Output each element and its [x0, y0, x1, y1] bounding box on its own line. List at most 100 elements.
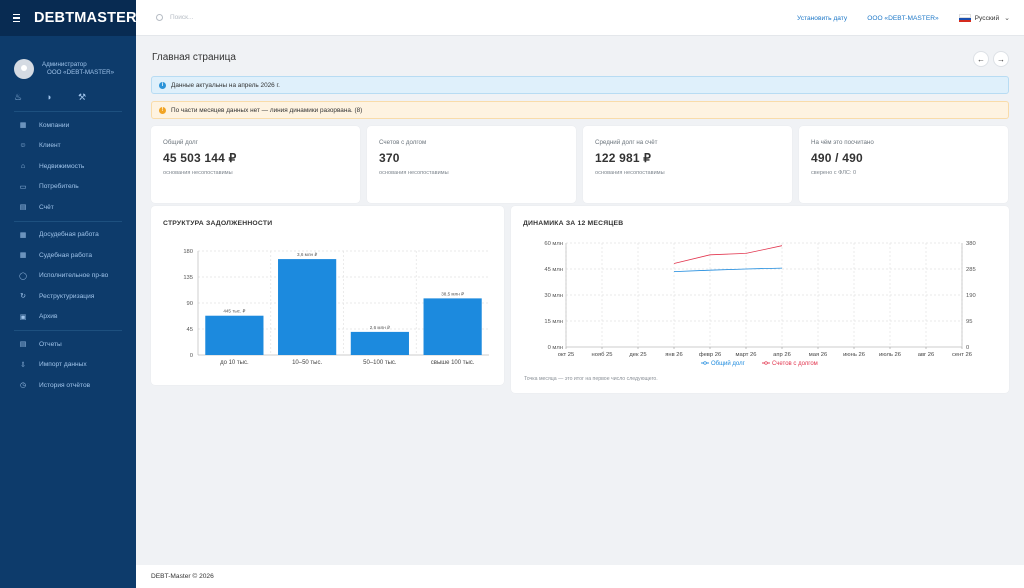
- calendar-icon: ▦: [19, 231, 27, 239]
- sidebar-item[interactable]: ▦ Досудебная работа: [0, 225, 136, 246]
- flag-ru-icon: [958, 14, 971, 22]
- x-tick-label: 10–50 тыс.: [292, 360, 322, 366]
- user-icon: [14, 58, 34, 79]
- y-right-tick-label: 95: [966, 319, 972, 325]
- arrow-left-icon: ←: [977, 54, 985, 64]
- sidebar-item[interactable]: ▤ Счёт: [0, 197, 136, 218]
- legend-marker: [703, 361, 707, 365]
- stat-value: 370: [379, 151, 400, 165]
- x-tick-label: март 26: [735, 352, 756, 358]
- topbar: Поиск... Установить дату ООО «DEBT-MASTE…: [136, 0, 1024, 36]
- warning-alert: ! По части месяцев данных нет — линия ди…: [151, 101, 1009, 119]
- sidebar-item[interactable]: ◷ История отчётов: [0, 375, 136, 396]
- sidebar-item[interactable]: ▭ Потребитель: [0, 177, 136, 198]
- stat-subtext: сверено с ФЛС: 0: [811, 170, 857, 176]
- x-tick-label: окт 25: [558, 352, 575, 358]
- user-icon: ☺: [19, 142, 27, 150]
- debt-structure-card: СТРУКТУРА ЗАДОЛЖЕННОСТИ 0 45 90 135 180 445 т…: [151, 206, 504, 385]
- sidebar-item[interactable]: ⌂ Недвижимость: [0, 156, 136, 177]
- sidebar-item-label: Реструктуризация: [39, 292, 95, 300]
- bar: [350, 331, 409, 355]
- back-button[interactable]: ←: [973, 51, 989, 67]
- y-tick-label: 180: [183, 249, 193, 255]
- search-input[interactable]: Поиск...: [170, 14, 193, 21]
- sidebar-item-label: Судебная работа: [39, 251, 93, 259]
- stat-label: На чём это посчитано: [811, 139, 874, 146]
- sidebar-item[interactable]: ▣ Архив: [0, 307, 136, 328]
- y-left-tick-label: 45 млн: [544, 267, 563, 273]
- brand-logo[interactable]: DEBTMASTER: [34, 10, 137, 26]
- x-tick-label: нояб 25: [592, 352, 613, 358]
- x-tick-label: апр 26: [773, 352, 791, 358]
- set-date-link[interactable]: Установить дату: [797, 15, 847, 22]
- sidebar-item-label: Отчеты: [39, 340, 62, 348]
- x-tick-label: июль 26: [879, 352, 901, 358]
- sidebar-item[interactable]: ▦ Компании: [0, 115, 136, 136]
- nav-group-work: ▦ Досудебная работа ▦ Судебная работа ◯ Испол…: [0, 225, 136, 328]
- info-icon: i: [159, 81, 166, 89]
- search-box[interactable]: Поиск...: [156, 14, 193, 21]
- sidebar-item[interactable]: ↻ Реструктуризация: [0, 286, 136, 307]
- chevron-down-icon[interactable]: ⌄: [1004, 14, 1010, 22]
- contrast-icon[interactable]: ◑: [46, 92, 78, 102]
- sidebar-item[interactable]: ☺ Клиент: [0, 136, 136, 157]
- bell-icon[interactable]: ♨: [14, 92, 46, 103]
- bar-data-label: 3,6 млн ₽: [297, 252, 318, 257]
- x-tick-label: свыше 100 тыс.: [431, 360, 475, 366]
- user-name: Администратор: [42, 60, 87, 68]
- chart-note: Точка месяца — это итог на первое число …: [524, 376, 658, 382]
- sidebar-divider: [14, 220, 122, 222]
- x-tick-label: дек 25: [629, 352, 646, 358]
- stat-card-total-debt: Общий долг 45 503 144 ₽ основания несопо…: [151, 126, 360, 203]
- y-right-tick-label: 285: [966, 267, 976, 273]
- y-tick-label: 45: [187, 327, 193, 333]
- warning-icon: !: [159, 106, 166, 114]
- x-tick-label: мая 26: [809, 352, 827, 358]
- org-link[interactable]: ООО «DEBT-MASTER»: [867, 15, 938, 22]
- y-tick-label: 90: [187, 301, 193, 307]
- legend-label: Общий долг: [711, 360, 746, 367]
- legend-label: Счетов с долгом: [772, 361, 818, 367]
- user-profile[interactable]: Администратор ООО «DEBT-MASTER»: [0, 36, 136, 86]
- stat-subtext: основания несопоставимы: [163, 170, 233, 176]
- stat-value: 45 503 144 ₽: [163, 151, 237, 165]
- warning-alert-text: По части месяцев данных нет — линия дина…: [171, 106, 363, 114]
- sidebar-item[interactable]: ◯ Исполнительное пр-во: [0, 266, 136, 287]
- bar: [423, 298, 482, 355]
- x-tick-label: янв 26: [665, 352, 682, 358]
- stat-subtext: основания несопоставимы: [595, 170, 665, 176]
- sidebar-divider: [14, 330, 122, 331]
- sidebar-item[interactable]: ⇩ Импорт данных: [0, 355, 136, 376]
- sidebar-item[interactable]: ▦ Судебная работа: [0, 245, 136, 266]
- legend-marker: [764, 361, 768, 365]
- y-tick-label: 135: [183, 275, 193, 281]
- sidebar-item[interactable]: ▤ Отчеты: [0, 334, 136, 355]
- x-tick-label: февр 26: [699, 352, 721, 358]
- stat-subtext: основания несопоставимы: [379, 170, 449, 176]
- bar-data-label: 2,6 млн ₽: [370, 325, 391, 330]
- sidebar-item-label: Исполнительное пр-во: [39, 272, 109, 280]
- nav-group-main: ▦ Компании ☺ Клиент ⌂ Недвижимость ▭ Потребител…: [0, 115, 136, 218]
- company-icon: ▦: [19, 122, 27, 130]
- x-tick-label: сент 26: [952, 352, 972, 358]
- y-right-tick-label: 190: [966, 293, 976, 299]
- y-right-tick-label: 380: [966, 241, 976, 247]
- menu-toggle-icon[interactable]: [13, 14, 20, 22]
- page-title: Главная страница: [152, 52, 236, 63]
- x-tick-label: до 10 тыс.: [220, 360, 249, 366]
- y-tick-label: 0: [190, 353, 193, 359]
- bar-data-label: 445 тыс. ₽: [223, 309, 246, 314]
- report-icon: ▤: [19, 341, 27, 349]
- forward-button[interactable]: →: [993, 51, 1009, 67]
- wrench-icon[interactable]: ⚒: [78, 92, 110, 103]
- refresh-icon: ↻: [20, 293, 26, 301]
- home-icon: ⌂: [20, 162, 26, 170]
- y-left-tick-label: 30 млн: [544, 293, 563, 299]
- stat-card-basis: На чём это посчитано 490 / 490 сверено с…: [799, 126, 1008, 203]
- language-select[interactable]: Русский: [975, 15, 999, 22]
- sidebar-item-label: История отчётов: [39, 381, 91, 389]
- bar: [205, 315, 264, 355]
- stat-label: Общий долг: [163, 139, 198, 146]
- sidebar-item-label: Досудебная работа: [39, 231, 99, 239]
- history-nav: ← →: [973, 51, 1009, 67]
